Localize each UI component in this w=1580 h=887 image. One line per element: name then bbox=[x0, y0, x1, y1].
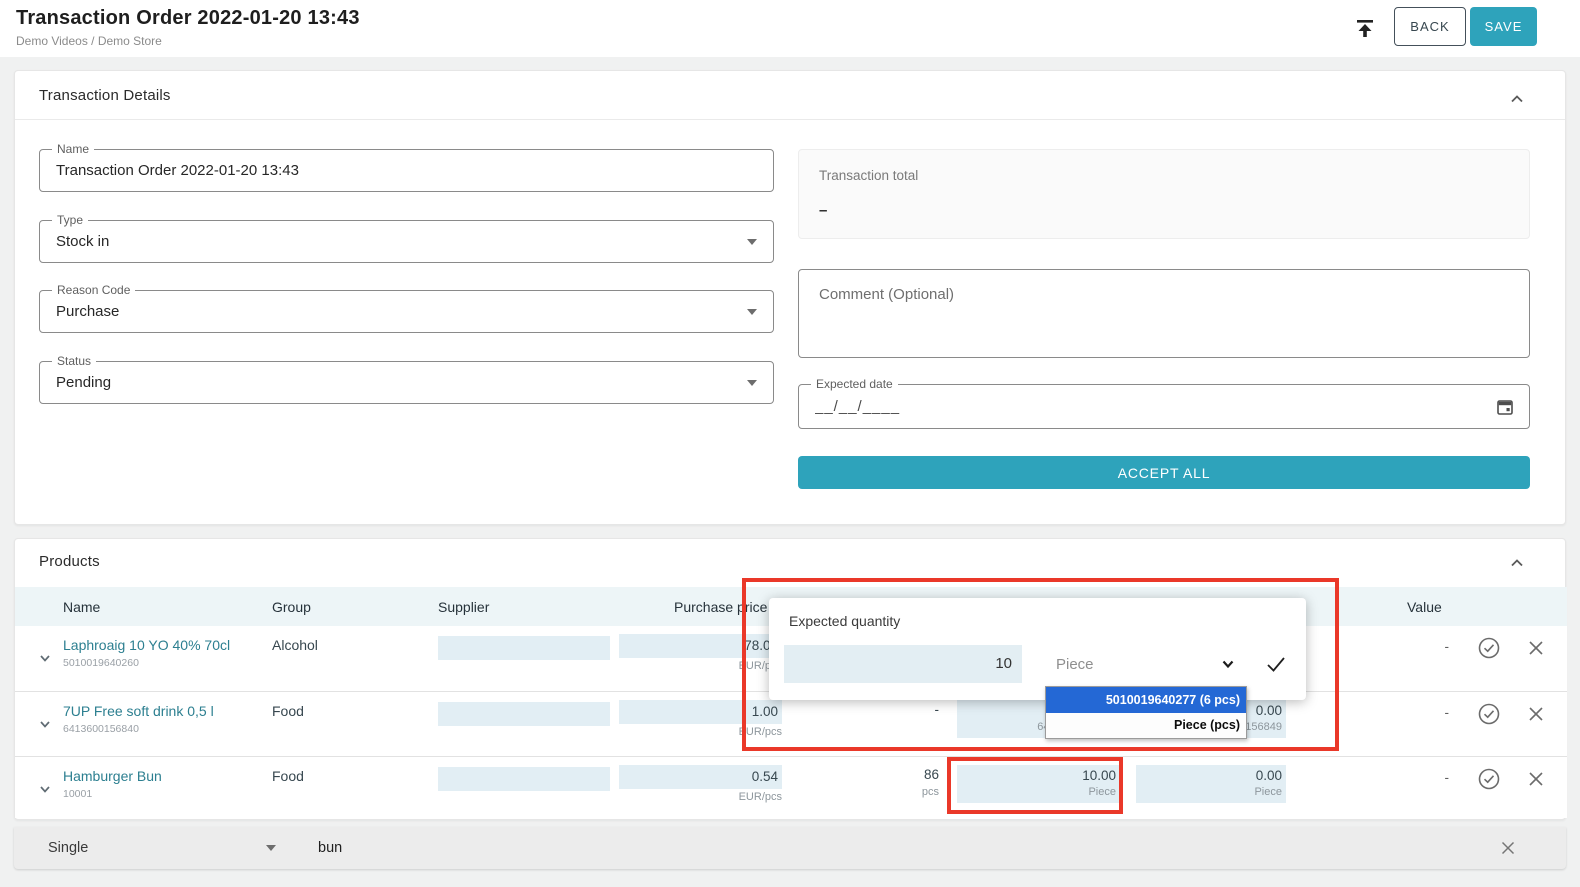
purchase-price-input[interactable]: 78.00 bbox=[619, 634, 782, 658]
product-code: 5010019640260 bbox=[63, 657, 139, 669]
expected-quantity-value: 10.00 bbox=[1082, 768, 1116, 783]
supplier-input[interactable] bbox=[438, 702, 610, 726]
close-icon[interactable] bbox=[1527, 705, 1545, 723]
purchase-price-input[interactable]: 0.54 bbox=[619, 765, 782, 789]
purchase-price-unit: EUR/pcs bbox=[619, 660, 782, 672]
product-search-bar: Single bun bbox=[14, 827, 1566, 869]
expected-date-field[interactable]: Expected date __/__/____ bbox=[798, 384, 1530, 429]
received-quantity-value: 0.00 bbox=[1256, 703, 1282, 718]
transaction-total-box: Transaction total – bbox=[798, 149, 1530, 239]
purchase-price-unit: EUR/pcs bbox=[619, 726, 782, 738]
check-circle-icon[interactable] bbox=[1477, 767, 1501, 791]
purchase-price-input[interactable]: 1.00 bbox=[619, 700, 782, 724]
section-title-products: Products bbox=[39, 553, 100, 570]
calendar-icon[interactable] bbox=[1495, 397, 1515, 417]
supplier-input[interactable] bbox=[438, 767, 610, 791]
search-mode-select[interactable]: Single bbox=[48, 827, 88, 869]
dropdown-arrow-icon bbox=[266, 845, 276, 851]
column-header-group: Group bbox=[272, 587, 311, 626]
expected-quantity-cell[interactable]: 10.00 Piece bbox=[957, 765, 1120, 803]
column-header-supplier: Supplier bbox=[438, 587, 489, 626]
expected-date-value: __/__/____ bbox=[815, 385, 1489, 428]
save-button[interactable]: SAVE bbox=[1470, 7, 1537, 46]
column-header-purchase-price: Purchase price bbox=[674, 587, 767, 626]
transaction-total-label: Transaction total bbox=[819, 168, 918, 183]
chevron-down-icon bbox=[1220, 656, 1236, 672]
expected-quantity-popup-label: Expected quantity bbox=[789, 613, 900, 629]
page-title: Transaction Order 2022-01-20 13:43 bbox=[16, 7, 360, 30]
product-group: Food bbox=[272, 703, 304, 719]
collapse-products-chevron-up-icon[interactable] bbox=[1507, 553, 1527, 573]
product-group: Alcohol bbox=[272, 637, 318, 653]
breadcrumb: Demo Videos / Demo Store bbox=[16, 34, 162, 48]
transaction-total-value: – bbox=[819, 202, 827, 219]
expected-quantity-popup: Expected quantity 10 Piece bbox=[769, 598, 1306, 700]
row-value: - bbox=[1395, 705, 1449, 720]
type-select-value: Stock in bbox=[56, 221, 733, 262]
unit-select-value: Piece bbox=[1056, 645, 1094, 683]
product-name[interactable]: 7UP Free soft drink 0,5 l bbox=[63, 703, 214, 719]
chevron-down-icon[interactable] bbox=[37, 650, 53, 666]
product-name[interactable]: Hamburger Bun bbox=[63, 768, 162, 784]
transaction-details-card: Transaction Details Name Transaction Ord… bbox=[14, 70, 1566, 525]
name-field[interactable]: Name Transaction Order 2022-01-20 13:43 bbox=[39, 149, 774, 192]
received-quantity-unit: Piece bbox=[1254, 786, 1282, 798]
row-value: - bbox=[1395, 639, 1449, 654]
publish-icon[interactable] bbox=[1352, 15, 1378, 41]
expected-quantity-unit: Piece bbox=[1088, 786, 1116, 798]
type-select[interactable]: Type Stock in bbox=[39, 220, 774, 263]
status-select[interactable]: Status Pending bbox=[39, 361, 774, 404]
dropdown-option-selected[interactable]: 5010019640277 (6 pcs) bbox=[1046, 687, 1246, 713]
column-header-value: Value bbox=[1407, 587, 1442, 626]
dropdown-arrow-icon bbox=[747, 380, 757, 386]
received-quantity-cell[interactable]: 0.00 Piece bbox=[1136, 765, 1286, 803]
divider bbox=[15, 119, 1565, 120]
check-circle-icon[interactable] bbox=[1477, 636, 1501, 660]
quantity-input[interactable]: 10 bbox=[784, 645, 1022, 683]
reason-code-select[interactable]: Reason Code Purchase bbox=[39, 290, 774, 333]
table-row: 7UP Free soft drink 0,5 l 6413600156840 … bbox=[15, 691, 1567, 756]
column-header-name: Name bbox=[63, 587, 100, 626]
table-row: Hamburger Bun 10001 Food 0.54 EUR/pcs 86… bbox=[15, 756, 1567, 818]
confirm-check-icon[interactable] bbox=[1265, 653, 1287, 675]
check-circle-icon[interactable] bbox=[1477, 702, 1501, 726]
close-icon[interactable] bbox=[1527, 639, 1545, 657]
stock-value: - bbox=[855, 702, 939, 717]
product-name[interactable]: Laphroaig 10 YO 40% 70cl bbox=[63, 637, 230, 653]
collapse-details-chevron-up-icon[interactable] bbox=[1507, 89, 1527, 109]
search-input[interactable]: bun bbox=[318, 827, 518, 869]
dropdown-arrow-icon bbox=[747, 239, 757, 245]
top-bar: Transaction Order 2022-01-20 13:43 Demo … bbox=[0, 0, 1580, 57]
status-select-value: Pending bbox=[56, 362, 733, 403]
product-code: 10001 bbox=[63, 788, 92, 800]
received-quantity-value: 0.00 bbox=[1256, 768, 1282, 783]
stock-unit: pcs bbox=[855, 786, 939, 798]
comment-placeholder: Comment (Optional) bbox=[819, 286, 954, 303]
section-title-transaction-details: Transaction Details bbox=[39, 87, 171, 104]
unit-select[interactable]: Piece bbox=[1048, 645, 1244, 683]
product-group: Food bbox=[272, 768, 304, 784]
dropdown-arrow-icon bbox=[747, 309, 757, 315]
app-root: Transaction Order 2022-01-20 13:43 Demo … bbox=[0, 0, 1580, 887]
close-icon[interactable] bbox=[1527, 770, 1545, 788]
chevron-down-icon[interactable] bbox=[37, 781, 53, 797]
product-code: 6413600156840 bbox=[63, 723, 139, 735]
name-field-value: Transaction Order 2022-01-20 13:43 bbox=[56, 150, 733, 191]
close-icon[interactable] bbox=[1500, 840, 1516, 856]
dropdown-option[interactable]: Piece (pcs) bbox=[1046, 713, 1246, 738]
back-button[interactable]: BACK bbox=[1394, 7, 1466, 46]
reason-code-value: Purchase bbox=[56, 291, 733, 332]
supplier-input[interactable] bbox=[438, 636, 610, 660]
row-value: - bbox=[1395, 770, 1449, 785]
purchase-price-unit: EUR/pcs bbox=[619, 791, 782, 803]
stock-value: 86 bbox=[855, 767, 939, 782]
chevron-down-icon[interactable] bbox=[37, 716, 53, 732]
unit-select-dropdown: 5010019640277 (6 pcs) Piece (pcs) bbox=[1045, 686, 1247, 739]
accept-all-button[interactable]: ACCEPT ALL bbox=[798, 456, 1530, 489]
comment-textarea[interactable]: Comment (Optional) bbox=[798, 269, 1530, 358]
